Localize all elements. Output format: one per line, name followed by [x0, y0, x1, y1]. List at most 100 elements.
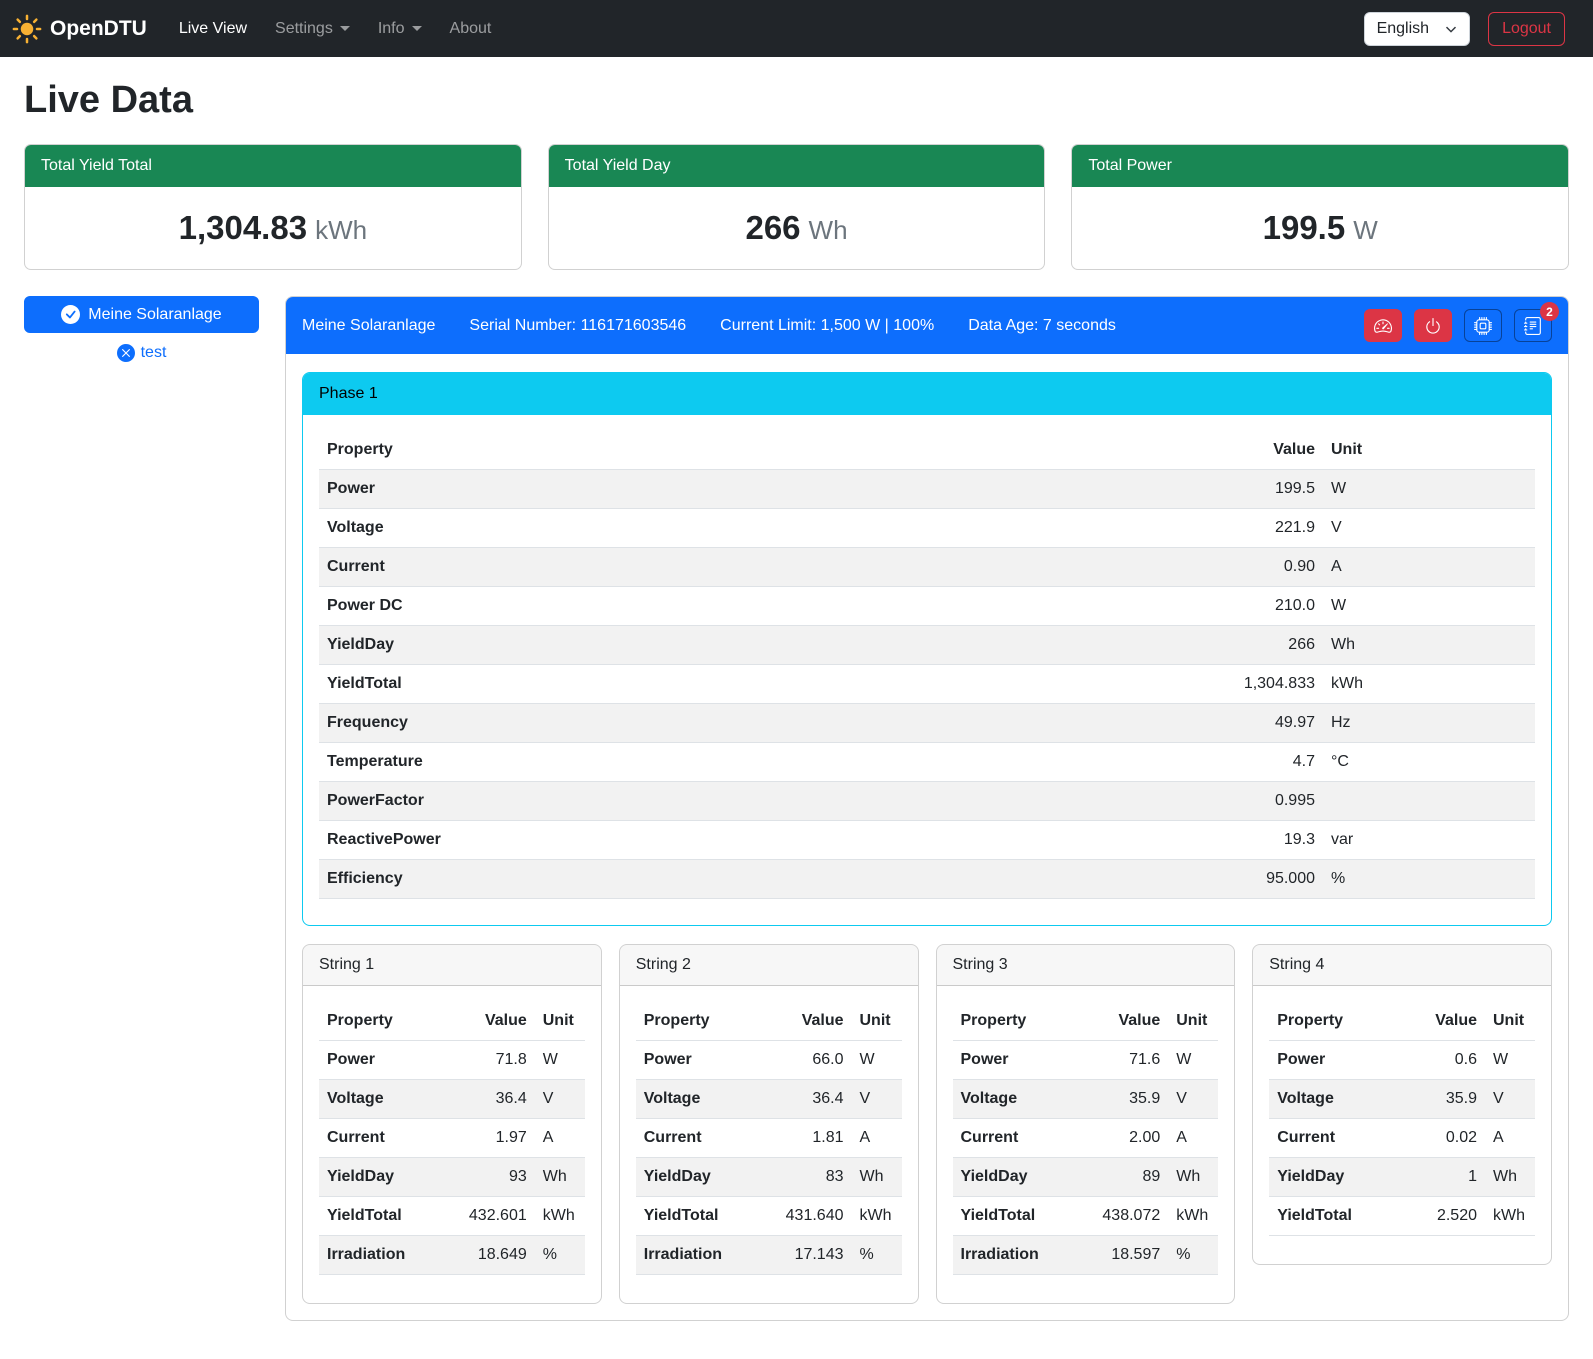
row-value: 35.9 — [1073, 1080, 1168, 1119]
row-property: Temperature — [319, 743, 920, 782]
table-row: Efficiency95.000% — [319, 860, 1535, 899]
row-property: YieldTotal — [319, 665, 920, 704]
logout-button[interactable]: Logout — [1488, 12, 1565, 46]
card-unit: Wh — [809, 215, 848, 245]
column-header-unit: Unit — [852, 1002, 902, 1041]
table-row: Voltage35.9V — [1269, 1080, 1535, 1119]
sidebar-item-test[interactable]: test — [111, 343, 173, 363]
table-header-row: Property Value Unit — [953, 1002, 1219, 1041]
inverter-sidebar: Meine Solaranlage test — [24, 296, 259, 363]
top-navbar: OpenDTU Live View Settings Info About En… — [0, 0, 1593, 57]
row-property: Current — [1269, 1119, 1401, 1158]
row-property: Voltage — [319, 509, 920, 548]
card-total-yield-day: Total Yield Day 266Wh — [548, 144, 1046, 270]
chevron-down-icon — [340, 26, 350, 31]
limit-settings-button[interactable] — [1364, 309, 1402, 342]
row-property: Power — [636, 1041, 757, 1080]
row-property: Power — [319, 470, 920, 509]
table-row: Power71.6W — [953, 1041, 1219, 1080]
nav-item-label: Info — [378, 20, 405, 38]
phase-table: Property Value Unit Power199.5WVoltage22… — [319, 431, 1535, 899]
row-property: YieldDay — [953, 1158, 1074, 1197]
nav-item-about[interactable]: About — [436, 12, 506, 46]
row-unit: kWh — [1485, 1197, 1535, 1236]
column-header-value: Value — [1073, 1002, 1168, 1041]
power-icon — [1424, 317, 1442, 335]
row-value: 1,304.833 — [920, 665, 1323, 704]
row-unit: A — [1485, 1119, 1535, 1158]
row-property: Current — [319, 548, 920, 587]
table-header-row: Property Value Unit — [319, 431, 1535, 470]
language-select-value: English — [1377, 20, 1429, 38]
row-property: YieldDay — [319, 1158, 440, 1197]
row-property: Irradiation — [636, 1236, 757, 1275]
inverter-actions: 2 — [1364, 309, 1552, 342]
row-property: Power — [1269, 1041, 1401, 1080]
column-header-value: Value — [440, 1002, 535, 1041]
row-unit: V — [852, 1080, 902, 1119]
language-select[interactable]: English — [1364, 12, 1470, 46]
row-property: Efficiency — [319, 860, 920, 899]
table-row: Power71.8W — [319, 1041, 585, 1080]
card-total-yield-total: Total Yield Total 1,304.83kWh — [24, 144, 522, 270]
row-unit: % — [1323, 860, 1535, 899]
row-value: 93 — [440, 1158, 535, 1197]
row-property: PowerFactor — [319, 782, 920, 821]
row-value: 0.6 — [1401, 1041, 1485, 1080]
table-row: Power0.6W — [1269, 1041, 1535, 1080]
table-row: Power199.5W — [319, 470, 1535, 509]
nav-item-info[interactable]: Info — [364, 12, 436, 46]
nav-right-group: English Logout — [1364, 12, 1565, 46]
string-card-body: Property Value Unit Power0.6WVoltage35.9… — [1253, 986, 1551, 1264]
row-unit — [1323, 782, 1535, 821]
nav-item-live-view[interactable]: Live View — [165, 12, 261, 46]
row-value: 2.00 — [1073, 1119, 1168, 1158]
row-unit: V — [535, 1080, 585, 1119]
table-row: YieldDay1Wh — [1269, 1158, 1535, 1197]
row-property: YieldDay — [1269, 1158, 1401, 1197]
card-body: 1,304.83kWh — [25, 187, 521, 269]
row-property: Irradiation — [319, 1236, 440, 1275]
row-value: 1.81 — [757, 1119, 852, 1158]
device-info-button[interactable] — [1464, 309, 1502, 342]
row-value: 71.8 — [440, 1041, 535, 1080]
sidebar-item-meine-solaranlage[interactable]: Meine Solaranlage — [24, 296, 259, 333]
table-row: Irradiation17.143% — [636, 1236, 902, 1275]
string-3-table: Property Value Unit Power71.6WVoltage35.… — [953, 1002, 1219, 1275]
string-card-header: String 3 — [937, 945, 1235, 986]
string-card-body: Property Value Unit Power71.8WVoltage36.… — [303, 986, 601, 1303]
row-value: 18.649 — [440, 1236, 535, 1275]
string-3-card: String 3 Property Value Unit — [936, 944, 1236, 1304]
row-property: Voltage — [319, 1080, 440, 1119]
string-4-card: String 4 Property Value Unit — [1252, 944, 1552, 1265]
table-row: Current2.00A — [953, 1119, 1219, 1158]
brand[interactable]: OpenDTU — [12, 14, 147, 44]
row-unit: A — [1323, 548, 1535, 587]
chevron-down-icon — [412, 26, 422, 31]
row-property: YieldTotal — [319, 1197, 440, 1236]
row-property: Current — [636, 1119, 757, 1158]
phase-card-body: Property Value Unit Power199.5WVoltage22… — [303, 415, 1551, 925]
nav-item-settings[interactable]: Settings — [261, 12, 364, 46]
row-value: 0.02 — [1401, 1119, 1485, 1158]
row-unit: Wh — [852, 1158, 902, 1197]
table-row: Voltage35.9V — [953, 1080, 1219, 1119]
table-row: Current1.97A — [319, 1119, 585, 1158]
row-value: 4.7 — [920, 743, 1323, 782]
event-log-button[interactable]: 2 — [1514, 309, 1552, 342]
table-row: YieldDay266Wh — [319, 626, 1535, 665]
column-header-property: Property — [636, 1002, 757, 1041]
power-button[interactable] — [1414, 309, 1452, 342]
table-row: Temperature4.7°C — [319, 743, 1535, 782]
row-value: 221.9 — [920, 509, 1323, 548]
card-unit: kWh — [315, 215, 367, 245]
card-header: Total Power — [1072, 145, 1568, 187]
row-unit: Hz — [1323, 704, 1535, 743]
row-value: 432.601 — [440, 1197, 535, 1236]
chevron-down-icon — [1445, 23, 1457, 35]
row-unit: W — [1485, 1041, 1535, 1080]
row-unit: var — [1323, 821, 1535, 860]
x-circle-icon — [117, 344, 135, 362]
table-row: YieldDay89Wh — [953, 1158, 1219, 1197]
table-row: PowerFactor0.995 — [319, 782, 1535, 821]
